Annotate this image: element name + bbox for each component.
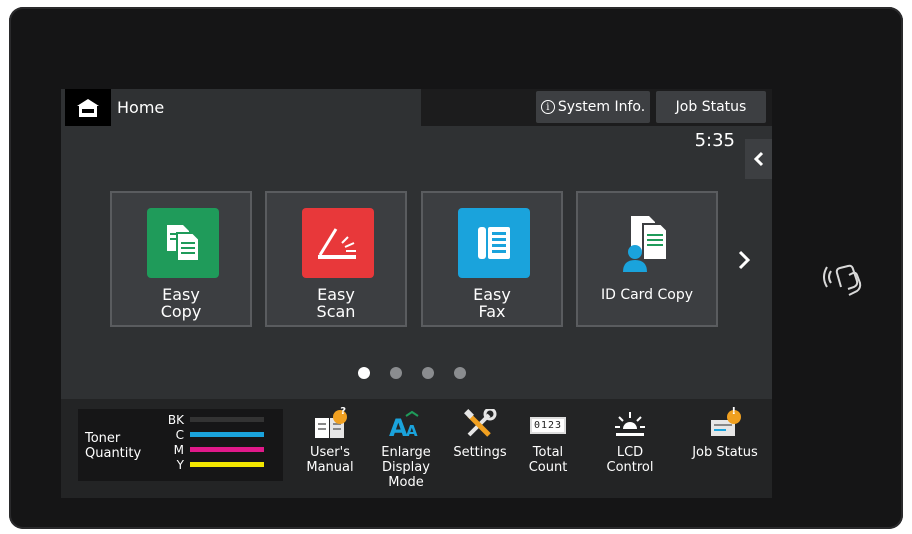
tile-label-line1: Easy <box>162 285 200 304</box>
tile-label-line1: ID Card Copy <box>600 287 694 303</box>
toner-quantity-panel[interactable]: Toner Quantity BK C M Y <box>78 409 283 481</box>
tile-id-card-copy[interactable]: ID Card Copy <box>576 191 718 327</box>
tool-label: Job Status <box>692 445 758 460</box>
svg-text:A: A <box>406 422 418 440</box>
users-manual-icon: ? <box>313 406 347 441</box>
help-badge: ? <box>340 406 346 417</box>
home-header: Home <box>61 89 421 126</box>
toner-row-bk: BK <box>148 412 264 427</box>
settings-button[interactable]: Settings <box>449 399 511 498</box>
toner-bar-m <box>190 447 264 452</box>
page-dot[interactable] <box>390 367 402 379</box>
toner-code: C <box>175 427 184 442</box>
job-status-icon: ! <box>708 406 742 441</box>
touch-screen: Home i System Info. Job Status 5:35 Easy… <box>61 89 772 498</box>
counter-display: 0123 <box>529 416 567 434</box>
lcd-control-button[interactable]: LCD Control <box>596 399 664 498</box>
page-indicator <box>358 367 466 379</box>
system-info-label: System Info. <box>557 99 646 115</box>
job-status-button[interactable]: Job Status <box>656 91 766 123</box>
toner-title-line2: Quantity <box>85 446 142 461</box>
total-count-button[interactable]: 0123 Total Count <box>521 399 575 498</box>
id-card-copy-icon <box>613 208 685 278</box>
tool-label-line: Enlarge <box>381 445 431 460</box>
fax-icon <box>458 208 530 278</box>
tile-label-line1: Easy <box>317 285 355 304</box>
page-dot[interactable] <box>454 367 466 379</box>
tool-label-line: Total <box>532 445 564 460</box>
toner-code: Y <box>176 457 184 472</box>
toner-row-m: M <box>148 442 264 457</box>
tile-easy-copy[interactable]: Easy Copy <box>110 191 252 327</box>
bottom-toolbar: Toner Quantity BK C M Y ? User's Manual … <box>61 399 772 498</box>
toner-bar-bk <box>190 417 264 422</box>
toner-title-line1: Toner <box>85 431 121 446</box>
users-manual-button[interactable]: ? User's Manual <box>300 399 360 498</box>
tool-label-line: Control <box>606 460 654 475</box>
system-info-button[interactable]: i System Info. <box>536 91 650 123</box>
page-title: Home <box>117 98 165 117</box>
tile-label-line1: Easy <box>473 285 511 304</box>
tool-label: Enlarge Display Mode <box>381 445 430 490</box>
tool-label: Settings <box>453 445 506 460</box>
tile-label-line2: Scan <box>316 302 356 321</box>
enlarge-display-icon: A A <box>389 409 423 441</box>
toner-title: Toner Quantity <box>85 431 141 461</box>
tool-label-line: User's <box>310 445 350 460</box>
clock: 5:35 <box>694 130 735 151</box>
chevron-left-icon <box>753 151 763 167</box>
toner-row-c: C <box>148 427 264 442</box>
tool-label: Total Count <box>529 445 568 475</box>
job-status-label: Job Status <box>675 99 747 115</box>
enlarge-display-mode-button[interactable]: A A Enlarge Display Mode <box>375 399 437 498</box>
tool-label: LCD Control <box>607 445 654 475</box>
settings-icon <box>463 409 497 441</box>
toner-row-y: Y <box>148 457 264 472</box>
tool-label-line: LCD <box>616 445 644 460</box>
tool-label: User's Manual <box>306 445 353 475</box>
scan-icon <box>302 208 374 278</box>
toner-code: M <box>173 442 184 457</box>
side-panel-toggle[interactable] <box>745 139 772 179</box>
tool-label-line: Job Status <box>692 445 758 460</box>
total-count-icon: 0123 <box>529 409 567 441</box>
tile-easy-fax[interactable]: Easy Fax <box>421 191 563 327</box>
tile-label-line2: Copy <box>160 302 202 321</box>
toner-bar-c <box>190 432 264 437</box>
tool-label-line: Display <box>382 460 430 475</box>
alert-badge: ! <box>731 406 736 417</box>
tool-label-line: Mode <box>388 475 424 490</box>
copy-icon <box>147 208 219 278</box>
next-page-button[interactable] <box>731 245 757 275</box>
chevron-right-icon <box>738 250 751 270</box>
tool-label-line: Count <box>528 460 568 475</box>
info-icon: i <box>540 100 555 114</box>
lcd-control-icon <box>613 409 647 441</box>
tool-label-line: Settings <box>453 445 507 460</box>
page-dot[interactable] <box>422 367 434 379</box>
tool-label-line: Manual <box>306 460 354 475</box>
tile-label-line2: Fax <box>478 302 506 321</box>
tile-easy-scan[interactable]: Easy Scan <box>265 191 407 327</box>
nfc-reader-icon <box>823 257 871 297</box>
page-dot[interactable] <box>358 367 370 379</box>
top-bar: Home i System Info. Job Status <box>61 89 772 126</box>
job-status-tool-button[interactable]: ! Job Status <box>681 399 769 498</box>
toner-code: BK <box>167 412 184 427</box>
toner-bar-y <box>190 462 264 467</box>
home-icon[interactable] <box>65 89 111 126</box>
